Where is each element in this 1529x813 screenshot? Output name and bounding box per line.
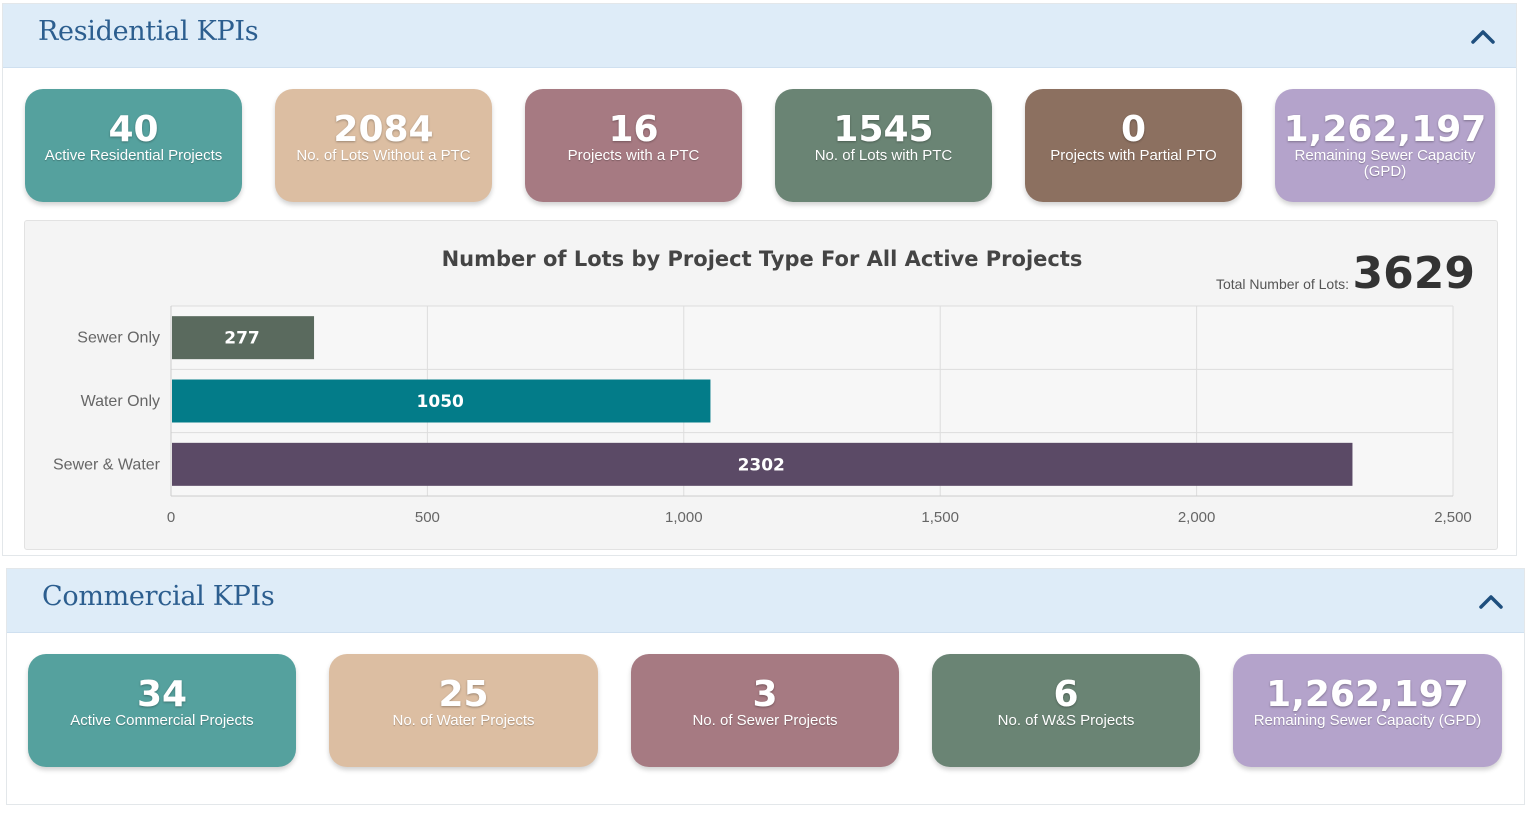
kpi-value: 6 [1053, 674, 1079, 715]
kpi-label: No. of Lots Without a PTC [296, 147, 471, 164]
kpi-card-ws-projects[interactable]: 6 No. of W&S Projects [932, 654, 1200, 767]
chart-title: Number of Lots by Project Type For All A… [441, 247, 1083, 271]
category-label: Sewer & Water [53, 456, 161, 473]
x-tick-label: 0 [167, 509, 175, 526]
kpi-label: Active Residential Projects [44, 147, 223, 164]
kpi-value: 3 [752, 674, 778, 715]
kpi-card-lots-with-ptc[interactable]: 1545 No. of Lots with PTC [775, 89, 992, 202]
chevron-up-icon[interactable] [1478, 591, 1504, 611]
kpi-card-remaining-sewer-capacity[interactable]: 1,262,197 Remaining Sewer Capacity (GPD) [1233, 654, 1502, 767]
kpi-card-active-commercial-projects[interactable]: 34 Active Commercial Projects [28, 654, 296, 767]
kpi-value: 25 [438, 674, 489, 715]
bar-data-label: 1050 [417, 392, 464, 412]
kpi-label: No. of Water Projects [392, 712, 535, 729]
kpi-card-sewer-projects[interactable]: 3 No. of Sewer Projects [631, 654, 899, 767]
kpi-label: Projects with Partial PTO [1050, 147, 1217, 164]
lots-by-project-type-chart: 0 500 1,000 1,500 2,000 2,500 277 Sewer Only 105… [24, 220, 1498, 550]
bar-data-label: 277 [224, 329, 260, 349]
total-lots-value: 3629 [1352, 248, 1475, 299]
total-lots-label: Total Number of Lots: [1215, 276, 1349, 292]
kpi-label: No. of W&S Projects [997, 712, 1135, 729]
kpi-value: 34 [136, 674, 188, 715]
kpi-label: Projects with a PTC [567, 147, 700, 164]
kpi-value: 1545 [833, 109, 934, 150]
kpi-card-lots-without-ptc[interactable]: 2084 No. of Lots Without a PTC [275, 89, 492, 202]
kpi-value: 0 [1120, 109, 1147, 150]
x-tick-label: 1,500 [921, 509, 959, 526]
category-label: Water Only [81, 393, 160, 410]
chevron-up-icon[interactable] [1470, 26, 1496, 46]
kpi-value: 2084 [333, 109, 434, 150]
category-label: Sewer Only [77, 330, 160, 347]
residential-panel-title: Residential KPIs [38, 16, 259, 47]
x-tick-label: 1,000 [665, 509, 703, 526]
kpi-card-remaining-sewer-capacity[interactable]: 1,262,197 Remaining Sewer Capacity (GPD) [1275, 89, 1495, 202]
x-tick-label: 2,500 [1434, 509, 1472, 526]
x-tick-label: 500 [415, 509, 440, 526]
kpi-card-active-residential-projects[interactable]: 40 Active Residential Projects [25, 89, 242, 202]
kpi-label: Remaining Sewer Capacity (GPD) [1253, 712, 1482, 729]
kpi-value: 16 [608, 109, 659, 150]
kpi-card-projects-partial-pto[interactable]: 0 Projects with Partial PTO [1025, 89, 1242, 202]
x-tick-label: 2,000 [1178, 509, 1216, 526]
kpi-card-water-projects[interactable]: 25 No. of Water Projects [329, 654, 598, 767]
kpi-label: No. of Lots with PTC [814, 147, 953, 164]
kpi-value: 1,262,197 [1283, 109, 1487, 150]
residential-kpis-panel: Residential KPIs 40 Active Residential P… [2, 3, 1517, 556]
kpi-card-projects-with-ptc[interactable]: 16 Projects with a PTC [525, 89, 742, 202]
kpi-label: No. of Sewer Projects [692, 712, 838, 729]
commercial-panel-header[interactable]: Commercial KPIs [7, 569, 1524, 633]
kpi-value: 1,262,197 [1266, 674, 1469, 715]
kpi-label: Active Commercial Projects [70, 712, 254, 729]
kpi-value: 40 [108, 109, 159, 150]
commercial-kpis-panel: Commercial KPIs 34 Active Commercial Pro… [6, 568, 1525, 805]
kpi-label: Remaining Sewer Capacity (GPD) [1294, 147, 1476, 180]
residential-panel-header[interactable]: Residential KPIs [3, 4, 1516, 68]
commercial-panel-title: Commercial KPIs [42, 581, 275, 612]
bar-data-label: 2302 [738, 455, 785, 475]
